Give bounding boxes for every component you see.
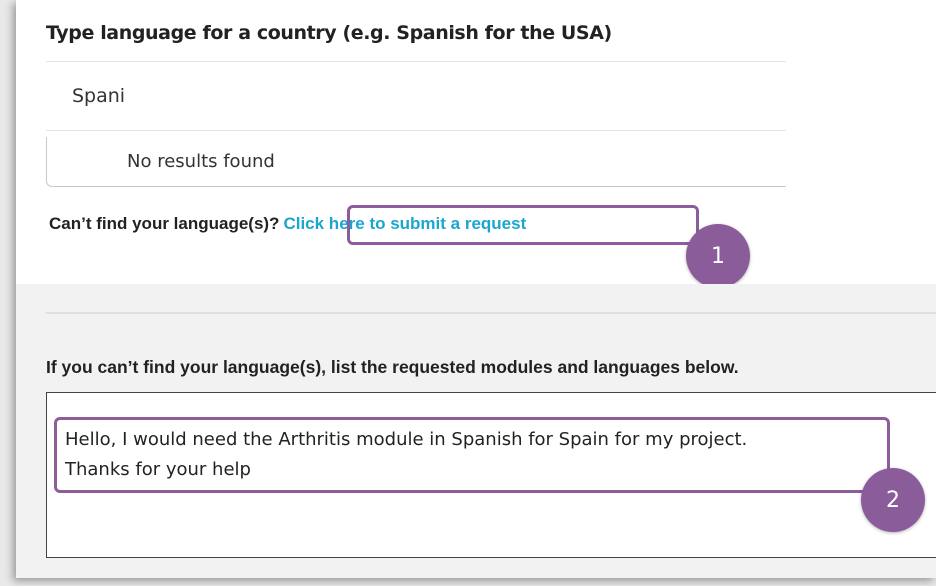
cant-find-question: Can’t find your language(s)? (49, 214, 280, 233)
screenshot-frame: Type language for a country (e.g. Spanis… (16, 0, 936, 578)
request-modules-textarea[interactable]: Hello, I would need the Arthritis module… (46, 392, 936, 558)
annotation-badge-1: 1 (686, 224, 750, 288)
request-modules-label: If you can’t find your language(s), list… (46, 357, 739, 377)
cant-find-language-line: Can’t find your language(s)? Click here t… (49, 214, 526, 234)
submit-request-link[interactable]: Click here to submit a request (283, 214, 526, 233)
search-results-dropdown: No results found (46, 137, 786, 187)
annotation-badge-2: 2 (861, 468, 925, 532)
language-search-label: Type language for a country (e.g. Spanis… (46, 22, 612, 44)
language-search-input[interactable] (46, 61, 786, 131)
request-form-section: If you can’t find your language(s), list… (16, 284, 936, 578)
section-divider (46, 312, 936, 314)
language-search-section: Type language for a country (e.g. Spanis… (16, 0, 936, 288)
no-results-message: No results found (127, 151, 275, 172)
